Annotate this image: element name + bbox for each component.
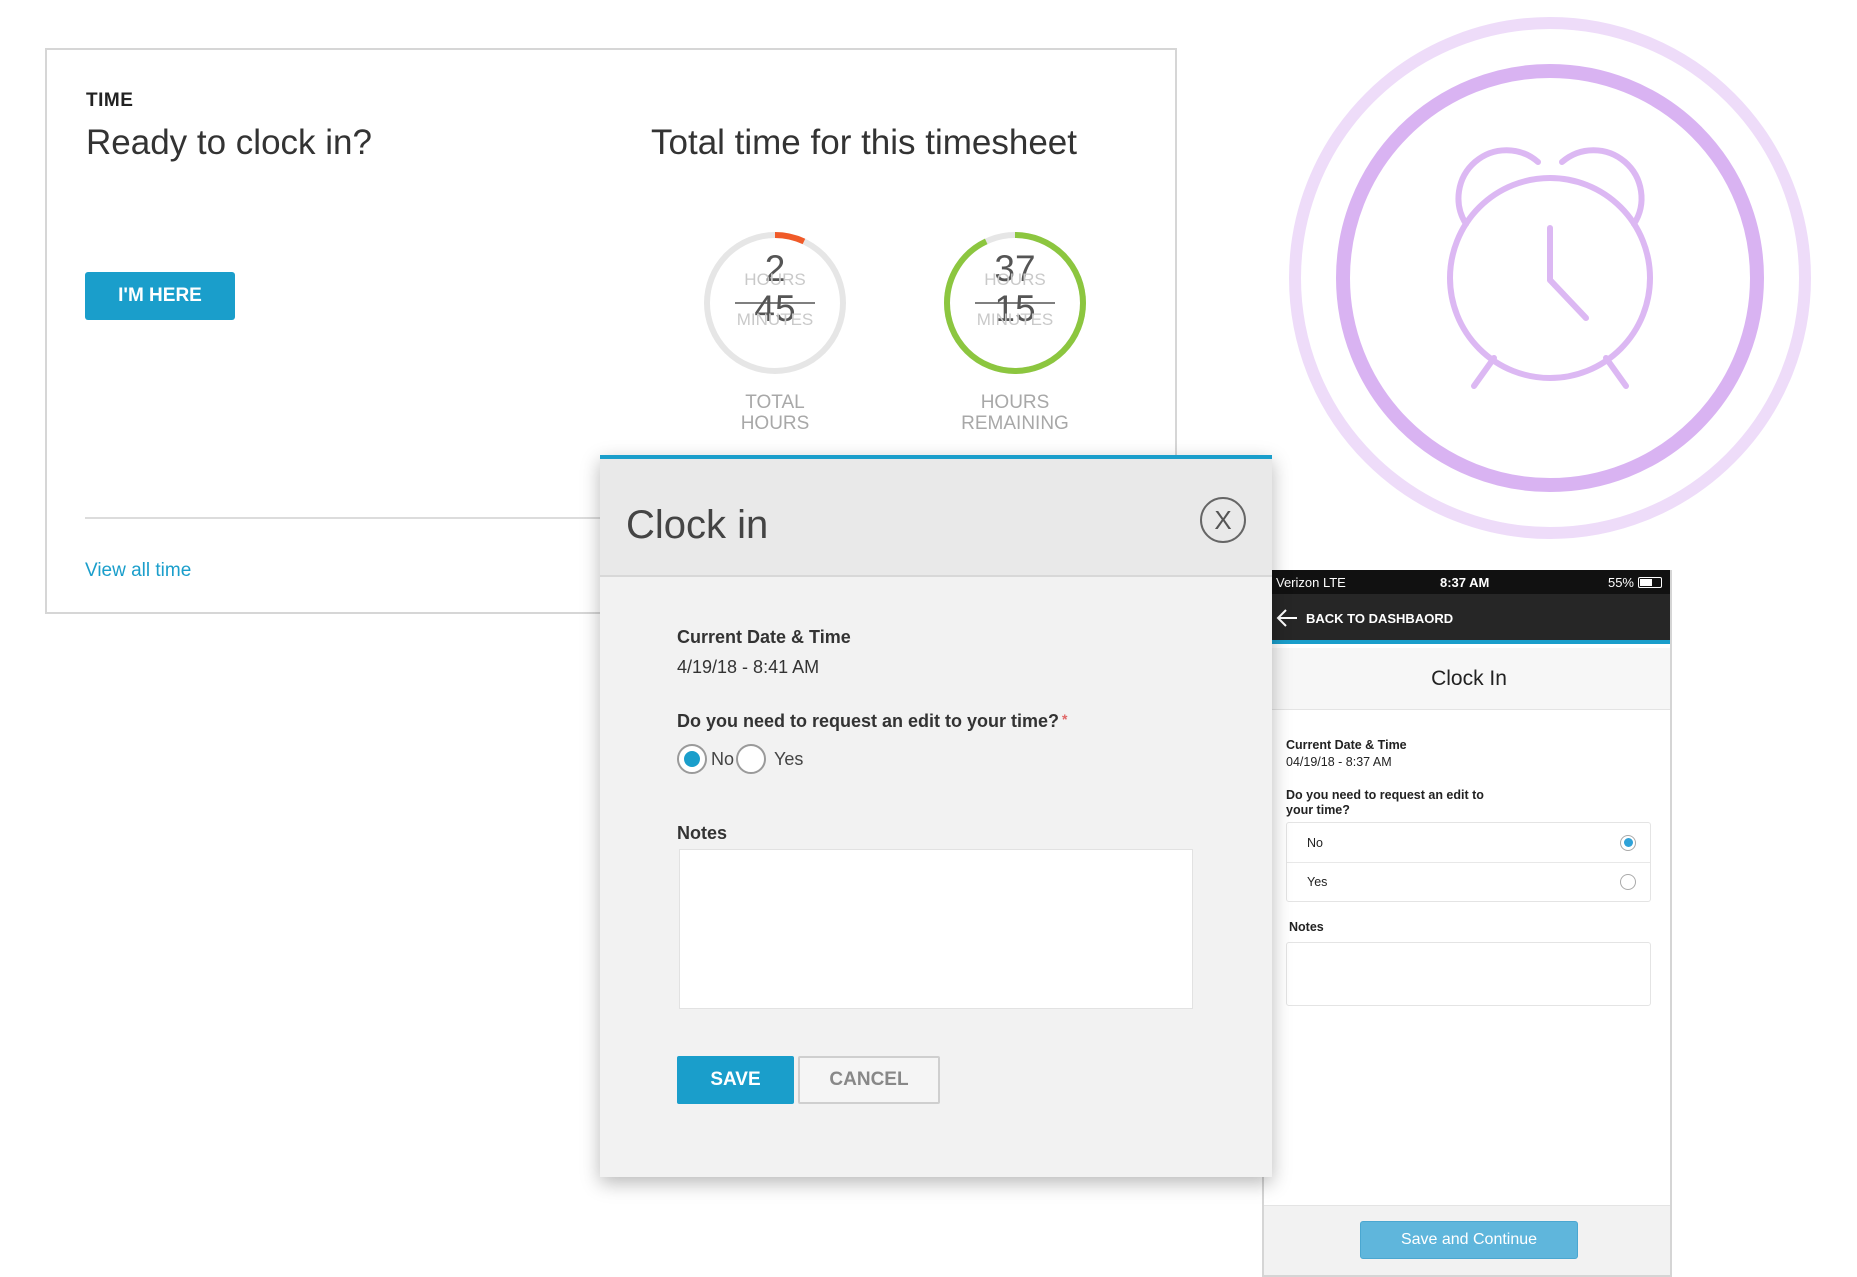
remaining-minutes-unit: MINUTES [976, 310, 1054, 329]
caption-line: TOTAL [745, 392, 805, 413]
mobile-footer: Save and Continue [1264, 1205, 1670, 1275]
caption-line: REMAINING [961, 413, 1069, 434]
page-title: Ready to clock in? [86, 123, 372, 162]
question-line: your time? [1286, 803, 1350, 817]
edit-question-label: Do you need to request an edit to your t… [677, 711, 1068, 732]
total-hours-caption: TOTAL HOURS [695, 392, 855, 434]
close-icon[interactable]: X [1200, 497, 1246, 543]
radio-selected-dot [1623, 838, 1633, 847]
modal-title: Clock in [626, 503, 769, 547]
battery-percent: 55% [1607, 575, 1634, 590]
radio-no[interactable] [1620, 834, 1636, 851]
radio-yes-label: Yes [774, 748, 804, 769]
mobile-clock-in-screen: Verizon LTE 8:37 AM 55% BACK TO DASHBAOR… [1262, 570, 1672, 1277]
cancel-button[interactable]: CANCEL [798, 1056, 940, 1104]
alarm-clock-icon [1289, 17, 1811, 539]
mobile-option-yes[interactable]: Yes [1287, 862, 1650, 901]
total-minutes-unit: MINUTES [736, 310, 814, 329]
save-button[interactable]: SAVE [677, 1056, 794, 1104]
nav-bar: BACK TO DASHBAORD [1264, 594, 1670, 644]
notes-label: Notes [677, 823, 728, 843]
back-label: BACK TO DASHBAORD [1306, 610, 1454, 626]
clock-in-modal: Clock in X Current Date & Time 4/19/18 -… [600, 455, 1272, 1177]
edit-radio-group: No Yes [677, 744, 803, 774]
divider [85, 517, 605, 519]
total-time-title: Total time for this timesheet [651, 123, 1077, 162]
mobile-datetime-label: Current Date & Time [1286, 738, 1407, 752]
question-line: Do you need to request an edit to [1286, 788, 1484, 802]
im-here-button[interactable]: I'M HERE [85, 272, 235, 320]
hours-remaining-caption: HOURS REMAINING [935, 392, 1095, 434]
status-time: 8:37 AM [1440, 575, 1490, 590]
arrow-left-icon [1276, 609, 1297, 627]
notes-textarea[interactable] [679, 849, 1193, 1009]
total-hours-unit: HOURS [744, 270, 806, 289]
modal-header: Clock in X [600, 459, 1272, 577]
mobile-notes-field[interactable] [1286, 942, 1651, 1006]
radio-yes[interactable] [1620, 874, 1636, 890]
caption-line: HOURS [740, 413, 810, 434]
hours-remaining-gauge: 37 HOURS 15 MINUTES HOURS REMAINING [935, 228, 1095, 434]
back-to-dashboard-button[interactable]: BACK TO DASHBAORD [1276, 609, 1453, 627]
remaining-hours-unit: HOURS [984, 270, 1046, 289]
datetime-value: 4/19/18 - 8:41 AM [677, 657, 820, 677]
question-text: Do you need to request an edit to your t… [677, 711, 1060, 731]
mobile-datetime-value: 04/19/18 - 8:37 AM [1286, 755, 1392, 769]
total-hours-gauge: 2 HOURS 45 MINUTES TOTAL HOURS [695, 228, 855, 434]
option-label: Yes [1307, 875, 1328, 889]
radio-no-label: No [711, 748, 735, 769]
mobile-edit-options: No Yes [1286, 822, 1651, 902]
radio-no[interactable] [677, 744, 707, 774]
status-bar: Verizon LTE 8:37 AM 55% [1264, 570, 1670, 594]
battery-status: 55% [1608, 575, 1662, 590]
view-all-time-link[interactable]: View all time [85, 560, 191, 582]
radio-yes[interactable] [736, 744, 767, 774]
mobile-notes-label: Notes [1289, 920, 1324, 934]
radio-selected-dot [684, 751, 700, 767]
carrier-label: Verizon LTE [1276, 575, 1346, 590]
option-label: No [1307, 835, 1323, 850]
required-marker: * [1062, 711, 1068, 727]
mobile-page-title: Clock In [1264, 648, 1670, 710]
caption-line: HOURS [980, 392, 1050, 413]
mobile-option-no[interactable]: No [1287, 823, 1650, 862]
save-and-continue-button[interactable]: Save and Continue [1360, 1221, 1578, 1259]
section-label: TIME [86, 90, 134, 111]
battery-icon [1638, 577, 1662, 588]
datetime-label: Current Date & Time [677, 627, 851, 647]
mobile-edit-question: Do you need to request an edit to your t… [1286, 788, 1484, 818]
